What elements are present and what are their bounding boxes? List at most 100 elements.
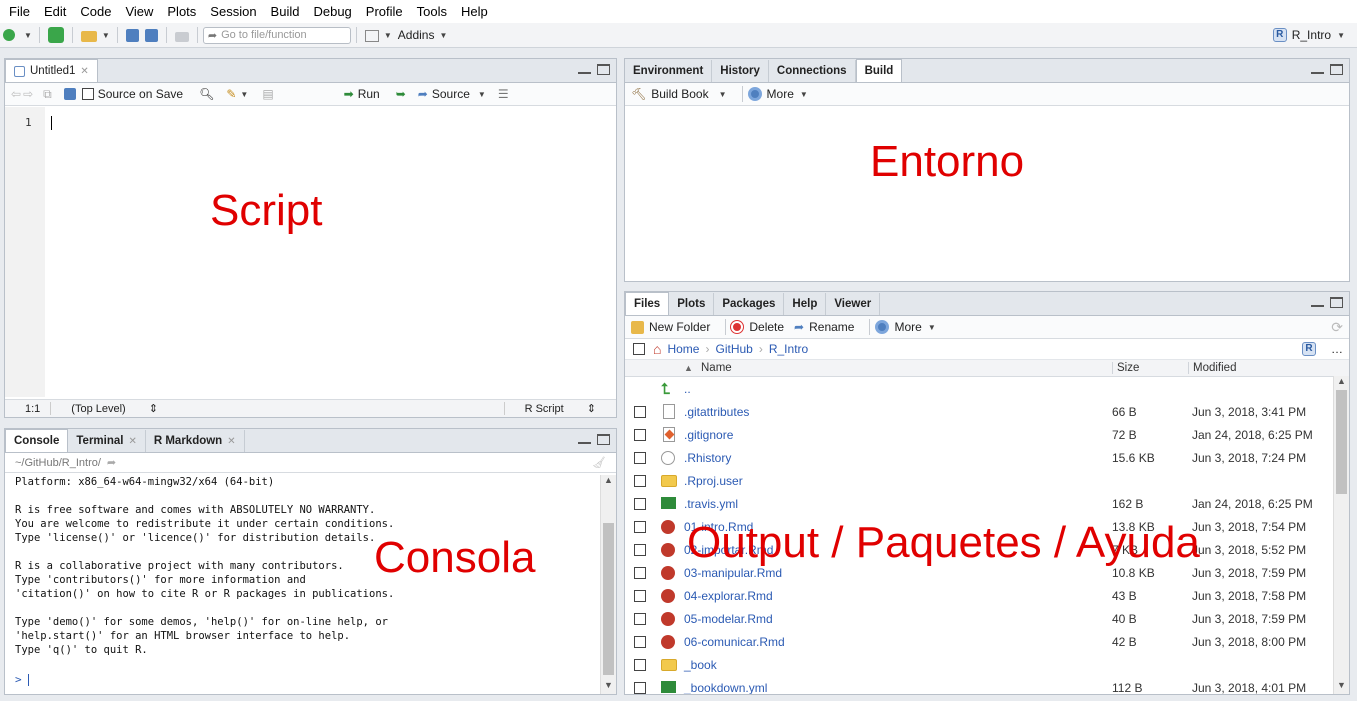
minimize-icon[interactable] bbox=[578, 64, 591, 74]
tab-terminal[interactable]: Terminal ✕ bbox=[68, 430, 146, 452]
search-icon[interactable]: 🔍︎ bbox=[199, 87, 214, 101]
file-name[interactable]: _bookdown.yml bbox=[684, 681, 767, 695]
tab-connections[interactable]: Connections bbox=[768, 60, 856, 82]
addins-menu[interactable]: Addins bbox=[398, 28, 435, 42]
rename-button[interactable]: Rename bbox=[809, 320, 854, 334]
select-all-checkbox[interactable] bbox=[633, 343, 645, 355]
show-in-window-icon[interactable]: ⧉ bbox=[43, 87, 52, 102]
grid-layout-icon[interactable] bbox=[364, 30, 379, 42]
scroll-thumb[interactable] bbox=[1336, 390, 1347, 494]
new-project-icon[interactable] bbox=[47, 27, 64, 43]
file-checkbox[interactable] bbox=[634, 658, 646, 671]
file-checkbox[interactable] bbox=[634, 451, 646, 464]
scroll-up-icon[interactable]: ▲ bbox=[1334, 376, 1349, 390]
new-folder-button[interactable]: New Folder bbox=[649, 320, 710, 334]
vertical-splitter-left[interactable] bbox=[4, 419, 617, 427]
file-row[interactable]: 06-comunicar.Rmd 42 B Jun 3, 2018, 8:00 PM bbox=[625, 630, 1349, 653]
console-scrollbar[interactable]: ▲ ▼ bbox=[600, 475, 616, 694]
console-prompt[interactable]: > bbox=[15, 673, 30, 686]
minimize-icon[interactable] bbox=[1311, 64, 1324, 74]
compile-report-icon[interactable]: ▤ bbox=[262, 87, 273, 101]
project-menu[interactable]: R R_Intro ▼ bbox=[1272, 28, 1347, 42]
tab-build[interactable]: Build bbox=[855, 59, 903, 82]
tab-console[interactable]: Console bbox=[5, 429, 69, 452]
maximize-icon[interactable] bbox=[1330, 64, 1343, 75]
grid-layout-caret-icon[interactable]: ▼ bbox=[384, 31, 392, 40]
menu-view[interactable]: View bbox=[118, 4, 160, 19]
build-book-caret-icon[interactable]: ▼ bbox=[719, 90, 727, 99]
magic-wand-icon[interactable]: ✎ bbox=[226, 87, 236, 101]
scroll-down-icon[interactable]: ▼ bbox=[601, 680, 616, 694]
goto-dir-icon[interactable]: ➦ bbox=[107, 456, 116, 469]
close-tab-icon[interactable]: ✕ bbox=[80, 66, 88, 77]
refresh-icon[interactable]: ⟳ bbox=[1331, 319, 1343, 336]
file-name[interactable]: 05-modelar.Rmd bbox=[684, 612, 773, 626]
file-name[interactable]: _book bbox=[684, 658, 717, 672]
rerun-icon[interactable]: ➥ bbox=[396, 87, 406, 101]
source-caret-icon[interactable]: ▼ bbox=[478, 90, 486, 99]
open-file-caret-icon[interactable]: ▼ bbox=[102, 31, 110, 40]
menu-plots[interactable]: Plots bbox=[160, 4, 203, 19]
file-name[interactable]: .gitattributes bbox=[684, 405, 749, 419]
maximize-icon[interactable] bbox=[597, 434, 610, 445]
maximize-icon[interactable] bbox=[1330, 297, 1343, 308]
file-row[interactable]: .Rhistory 15.6 KB Jun 3, 2018, 7:24 PM bbox=[625, 446, 1349, 469]
source-on-save-checkbox[interactable] bbox=[81, 88, 94, 100]
forward-icon[interactable]: ⇨ bbox=[23, 87, 33, 101]
tab-packages[interactable]: Packages bbox=[714, 293, 785, 315]
file-row[interactable]: .gitignore 72 B Jan 24, 2018, 6:25 PM bbox=[625, 423, 1349, 446]
file-checkbox[interactable] bbox=[634, 589, 646, 602]
filetype-selector[interactable]: R Script ⇕ bbox=[503, 402, 616, 415]
build-book-button[interactable]: Build Book bbox=[651, 87, 708, 101]
back-icon[interactable]: ⇦ bbox=[11, 87, 21, 101]
menu-build[interactable]: Build bbox=[264, 4, 307, 19]
save-all-icon[interactable] bbox=[144, 28, 158, 42]
file-row[interactable]: .gitattributes 66 B Jun 3, 2018, 3:41 PM bbox=[625, 400, 1349, 423]
save-icon[interactable] bbox=[125, 28, 139, 42]
more-caret-icon[interactable]: ▼ bbox=[928, 323, 936, 332]
file-row[interactable]: _bookdown.yml 112 B Jun 3, 2018, 4:01 PM bbox=[625, 676, 1349, 695]
file-name[interactable]: .. bbox=[684, 382, 691, 396]
more-caret-icon[interactable]: ▼ bbox=[800, 90, 808, 99]
file-row[interactable]: 05-modelar.Rmd 40 B Jun 3, 2018, 7:59 PM bbox=[625, 607, 1349, 630]
file-row[interactable]: _book bbox=[625, 653, 1349, 676]
file-name[interactable]: .Rproj.user bbox=[684, 474, 743, 488]
file-checkbox[interactable] bbox=[634, 520, 646, 533]
tab-environment[interactable]: Environment bbox=[625, 60, 713, 82]
tab-history[interactable]: History bbox=[712, 60, 769, 82]
tab-viewer[interactable]: Viewer bbox=[826, 293, 881, 315]
column-size[interactable]: Size bbox=[1112, 362, 1139, 374]
tab-plots[interactable]: Plots bbox=[669, 293, 715, 315]
files-scrollbar[interactable]: ▲ ▼ bbox=[1333, 376, 1349, 694]
file-checkbox[interactable] bbox=[634, 543, 646, 556]
file-name[interactable]: .Rhistory bbox=[684, 451, 731, 465]
file-checkbox[interactable] bbox=[634, 612, 646, 625]
clear-console-icon[interactable]: 🧹︎ bbox=[592, 456, 606, 469]
source-button[interactable]: Source bbox=[432, 87, 470, 101]
menu-session[interactable]: Session bbox=[203, 4, 263, 19]
r-project-icon[interactable]: R bbox=[1302, 342, 1316, 356]
file-name[interactable]: .travis.yml bbox=[684, 497, 738, 511]
breadcrumb-github[interactable]: GitHub bbox=[715, 342, 752, 356]
delete-button[interactable]: Delete bbox=[749, 320, 784, 334]
new-file-caret-icon[interactable]: ▼ bbox=[24, 31, 32, 40]
file-name[interactable]: .gitignore bbox=[684, 428, 733, 442]
file-checkbox[interactable] bbox=[634, 566, 646, 579]
file-row[interactable]: .Rproj.user bbox=[625, 469, 1349, 492]
tab-untitled1[interactable]: Untitled1 ✕ bbox=[5, 59, 98, 82]
horizontal-splitter[interactable] bbox=[618, 58, 623, 695]
run-button[interactable]: Run bbox=[358, 87, 380, 101]
file-checkbox[interactable] bbox=[634, 474, 646, 487]
print-icon[interactable] bbox=[174, 31, 189, 42]
tab-help[interactable]: Help bbox=[784, 293, 827, 315]
more-button[interactable]: More bbox=[767, 87, 794, 101]
new-file-icon[interactable] bbox=[3, 27, 19, 43]
go-to-file-input[interactable]: ➦ Go to file/function bbox=[202, 26, 351, 44]
document-outline-icon[interactable]: ☰ bbox=[498, 87, 509, 101]
menu-debug[interactable]: Debug bbox=[306, 4, 358, 19]
menu-tools[interactable]: Tools bbox=[410, 4, 454, 19]
minimize-icon[interactable] bbox=[578, 434, 591, 444]
menu-edit[interactable]: Edit bbox=[37, 4, 73, 19]
column-name[interactable]: Name bbox=[701, 362, 732, 374]
code-editor[interactable] bbox=[45, 107, 616, 397]
